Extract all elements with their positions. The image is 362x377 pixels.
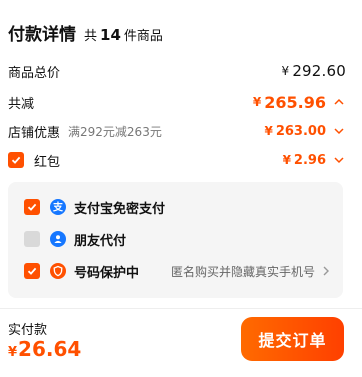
red-packet-value: ¥2.96	[283, 153, 346, 168]
payment-details-header: 付款详情 共 14 件商品	[8, 20, 163, 45]
item-count: 共 14 件商品	[84, 26, 163, 44]
number-protection-desc[interactable]: 匿名购买并隐藏真实手机号	[171, 263, 333, 280]
page-title: 付款详情	[8, 25, 76, 45]
number-protection-label: 号码保护中	[74, 265, 140, 281]
number-protection-checkbox[interactable]	[24, 263, 40, 279]
chevron-right-icon	[319, 264, 333, 278]
red-packet-label: 红包	[34, 154, 61, 170]
subtotal-label: 商品总价	[8, 65, 61, 81]
alipay-icon: 支	[50, 199, 66, 215]
subtotal-row: 商品总价 ¥292.60	[8, 60, 346, 82]
submit-order-button[interactable]: 提交订单	[241, 317, 344, 361]
store-discount-row[interactable]: 店铺优惠 满292元减263元 ¥263.00	[8, 120, 346, 142]
alipay-checkbox[interactable]	[24, 199, 40, 215]
friend-pay-icon	[50, 231, 66, 247]
paid-amount: ¥26.64	[8, 337, 82, 361]
total-discount-value: ¥265.96	[253, 93, 346, 112]
payment-option-friend-pay[interactable]: 朋友代付	[24, 228, 333, 250]
chevron-up-icon[interactable]	[332, 95, 346, 109]
subtotal-value: ¥292.60	[281, 62, 346, 80]
chevron-down-icon[interactable]	[332, 153, 346, 167]
shield-icon	[50, 263, 66, 279]
red-packet-checkbox[interactable]	[8, 152, 24, 168]
red-packet-row[interactable]: 红包 ¥2.96	[8, 149, 346, 171]
payment-option-number-protection[interactable]: 号码保护中 匿名购买并隐藏真实手机号	[24, 260, 333, 282]
friend-pay-label: 朋友代付	[74, 233, 127, 249]
footer-divider	[0, 308, 362, 309]
friend-pay-checkbox[interactable]	[24, 231, 40, 247]
payment-options-panel: 支 支付宝免密支付 朋友代付 号码保护中 匿名购买并隐藏真实手机号	[8, 182, 343, 298]
store-discount-note: 满292元减263元	[68, 124, 162, 139]
store-discount-value: ¥263.00	[264, 124, 346, 139]
chevron-down-icon[interactable]	[332, 124, 346, 138]
store-discount-label: 店铺优惠	[8, 125, 61, 141]
total-discount-row[interactable]: 共减 ¥265.96	[8, 91, 346, 113]
alipay-label: 支付宝免密支付	[74, 201, 166, 217]
paid-label: 实付款	[8, 323, 48, 338]
total-discount-label: 共减	[8, 96, 35, 112]
payment-option-alipay[interactable]: 支 支付宝免密支付	[24, 196, 333, 218]
svg-text:支: 支	[52, 201, 64, 213]
